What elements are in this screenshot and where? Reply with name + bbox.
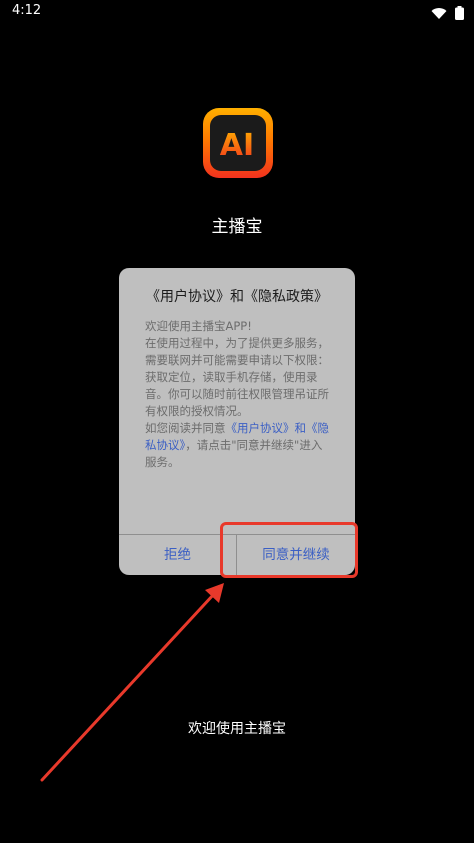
app-logo-icon: AI <box>203 108 273 178</box>
battery-icon <box>455 5 464 24</box>
dialog-permissions: 在使用过程中，为了提供更多服务，需要联网并可能需要申请以下权限：获取定位，读取手… <box>145 336 329 418</box>
app-logo-text: AI <box>220 128 254 163</box>
refuse-button[interactable]: 拒绝 <box>119 535 236 575</box>
status-icons <box>431 5 464 24</box>
wifi-icon <box>431 5 447 24</box>
consent-and: 和 <box>294 421 307 435</box>
dialog-body: 欢迎使用主播宝APP! 在使用过程中，为了提供更多服务，需要联网并可能需要申请以… <box>145 318 333 471</box>
consent-prefix: 如您阅读并同意 <box>145 421 226 435</box>
annotation-highlight-box <box>220 522 358 578</box>
dialog-greeting: 欢迎使用主播宝APP! <box>145 319 252 333</box>
user-agreement-link[interactable]: 《用户协议》 <box>226 421 295 435</box>
dialog-consent: 如您阅读并同意《用户协议》和《隐私协议》，请点击"同意并继续"进入服务。 <box>145 420 333 471</box>
status-bar: 4:12 <box>0 0 474 24</box>
app-name: 主播宝 <box>211 217 263 237</box>
welcome-text: 欢迎使用主播宝 <box>188 721 286 737</box>
dialog-title: 《用户协议》和《隐私政策》 <box>146 289 328 305</box>
status-time: 4:12 <box>12 3 42 18</box>
